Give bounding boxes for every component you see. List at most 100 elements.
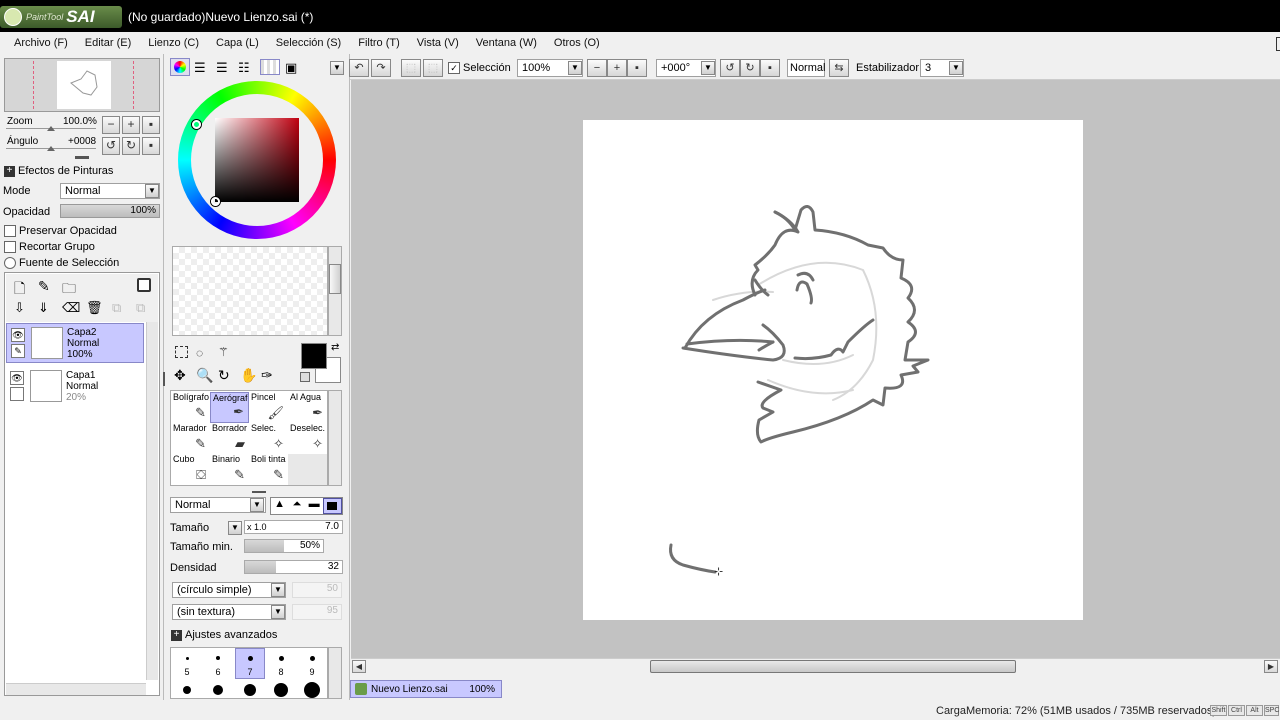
angle-slider-thumb[interactable]	[47, 146, 55, 151]
layer-row-capa1[interactable]: 👁 Capa1 Normal 20%	[6, 366, 144, 406]
brush-size-dot[interactable]	[309, 655, 315, 661]
stabilizer-arrow[interactable]: ▼	[949, 61, 963, 75]
color-wheel-mode-button[interactable]	[170, 58, 190, 76]
selection-source-radio[interactable]	[4, 257, 16, 270]
magic-wand-icon[interactable]: ⚚	[218, 345, 229, 359]
brush-size-dot-large[interactable]	[213, 685, 223, 695]
edge-shape-medium-icon[interactable]: ⏶	[288, 498, 305, 514]
transfer-down-icon[interactable]: ⇓	[38, 300, 49, 316]
new-layer-icon[interactable]: 🗋	[14, 278, 25, 302]
brush-shape-select[interactable]: (círculo simple)	[172, 582, 286, 598]
eye-icon[interactable]: 👁	[11, 328, 25, 342]
panel-resize-handle[interactable]	[252, 491, 266, 493]
advanced-settings-header[interactable]: + Ajustes avanzados	[171, 629, 277, 641]
color-mixer-mode-icon[interactable]: ☷	[238, 60, 250, 76]
menu-archivo[interactable]: Archivo (F)	[8, 37, 74, 49]
density-slider[interactable]: 32	[244, 560, 343, 574]
pencil-icon[interactable]: ✎	[11, 344, 25, 358]
panel-divider-handle[interactable]	[163, 372, 165, 386]
zoom-select-arrow[interactable]: ▼	[568, 61, 582, 75]
zoom-slider-thumb[interactable]	[47, 126, 55, 131]
restore-icon[interactable]	[1276, 37, 1280, 51]
hand-tool-icon[interactable]: ✋	[240, 367, 257, 384]
rotate-reset-button[interactable]: ▪	[142, 137, 160, 155]
tool-select-brush[interactable]: Selec. ✧	[249, 423, 288, 454]
lasso-select-icon[interactable]: ◌	[196, 346, 203, 360]
layer-mask-icon[interactable]	[137, 278, 151, 292]
tool-pen[interactable]: Bolígrafo ✎	[171, 392, 210, 423]
edge-shape-soft-icon[interactable]: ▲	[271, 498, 288, 514]
size-slider[interactable]: x 1.0 7.0	[244, 520, 343, 534]
eyedropper-icon[interactable]: ✑	[261, 367, 273, 384]
layer-list-hscrollbar[interactable]	[6, 683, 146, 695]
clear-layer-icon[interactable]: ⌫	[62, 300, 80, 316]
menu-otros[interactable]: Otros (O)	[548, 37, 606, 49]
selection-source-option[interactable]: Fuente de Selección	[4, 257, 119, 270]
undo-button[interactable]: ↶	[349, 59, 369, 77]
size-preset-scrollbar[interactable]	[328, 647, 342, 699]
tool-eraser[interactable]: Borrador ▰	[210, 423, 249, 454]
rotate-right-button[interactable]: ↻	[122, 137, 140, 155]
toolbar-rotate-left-button[interactable]: ↺	[720, 59, 740, 77]
tool-binary-pen[interactable]: Binario ✎	[210, 454, 249, 485]
zoom-reset-button[interactable]: ▪	[142, 116, 160, 134]
redo-button[interactable]: ↷	[371, 59, 391, 77]
tool-brush[interactable]: Pincel 🖌	[249, 392, 288, 423]
edge-shape-hard-icon[interactable]: ▬	[306, 498, 323, 514]
hscroll-right-arrow[interactable]: ▶	[1264, 660, 1278, 673]
tool-airbrush[interactable]: Aerógrafo ✒	[210, 392, 249, 423]
paint-effects-header[interactable]: + Efectos de Pinturas	[4, 165, 113, 177]
menu-ventana[interactable]: Ventana (W)	[470, 37, 543, 49]
menu-capa[interactable]: Capa (L)	[210, 37, 265, 49]
layer-list-scrollbar[interactable]	[146, 322, 158, 680]
toolbar-zoom-reset-button[interactable]: ▪	[627, 59, 647, 77]
zoom-in-button[interactable]: +	[122, 116, 140, 134]
brush-size-dot[interactable]	[247, 655, 253, 661]
saturation-value-square[interactable]	[215, 118, 299, 202]
brush-texture-select[interactable]: (sin textura)	[172, 604, 286, 620]
mode-dropdown-arrow[interactable]: ▼	[145, 184, 159, 198]
menu-vista[interactable]: Vista (V)	[411, 37, 465, 49]
drawing-canvas[interactable]	[583, 120, 1083, 620]
scratchpad-mode-icon[interactable]: ▣	[285, 60, 297, 76]
toolbar-zoom-out-button[interactable]: −	[587, 59, 607, 77]
canvas-blend-select[interactable]: Normal	[787, 59, 825, 77]
rotate-tool-icon[interactable]: ↻	[218, 367, 230, 384]
zoom-tool-icon[interactable]: 🔍	[196, 367, 213, 384]
empty-lock-box[interactable]	[10, 387, 24, 401]
tool-marker[interactable]: Marador ✎	[171, 423, 210, 454]
canvas-hscroll-thumb[interactable]	[650, 660, 1016, 673]
brush-size-dot-large[interactable]	[304, 682, 320, 698]
rect-select-icon[interactable]	[175, 346, 188, 358]
clip-group-option[interactable]: Recortar Grupo	[4, 241, 95, 254]
tool-bucket[interactable]: Cubo ⛋	[171, 454, 210, 485]
brush-size-dot[interactable]	[216, 656, 220, 660]
panel-splitter[interactable]	[75, 156, 89, 159]
hsv-slider-mode-icon[interactable]: ☰	[216, 60, 228, 76]
swatches-mode-icon[interactable]	[260, 59, 280, 75]
edge-shape-square-icon[interactable]	[322, 498, 342, 514]
clip-group-checkbox[interactable]	[4, 241, 16, 254]
toolbar-zoom-in-button[interactable]: +	[607, 59, 627, 77]
merge-down-icon[interactable]: ⇩	[14, 300, 25, 316]
brush-size-dot[interactable]	[185, 656, 189, 660]
brush-shape-arrow[interactable]: ▼	[271, 583, 285, 597]
preserve-opacity-checkbox[interactable]	[4, 225, 16, 238]
menu-lienzo[interactable]: Lienzo (C)	[142, 37, 205, 49]
tool-watercolor[interactable]: Al Agua ✒	[288, 392, 327, 423]
delete-layer-icon[interactable]: 🗑	[86, 300, 103, 316]
size-multiplier-arrow[interactable]: ▼	[228, 521, 242, 535]
menu-seleccion[interactable]: Selección (S)	[270, 37, 347, 49]
layer-row-capa2[interactable]: 👁 ✎ Capa2 Normal 100%	[6, 323, 144, 363]
navigator-preview[interactable]	[4, 58, 160, 112]
document-tab[interactable]: Nuevo Lienzo.sai 100%	[350, 680, 502, 698]
show-selection-checkbox[interactable]: ✓	[448, 62, 460, 74]
swatch-scrollbar-thumb[interactable]	[329, 264, 341, 294]
zoom-out-button[interactable]: −	[102, 116, 120, 134]
tool-grid-scrollbar[interactable]	[328, 390, 342, 486]
rotate-left-button[interactable]: ↺	[102, 137, 120, 155]
brush-size-dot-large[interactable]	[183, 686, 191, 694]
show-selection-option[interactable]: ✓ Selección	[448, 62, 511, 74]
swap-colors-icon[interactable]: ⇄	[331, 342, 339, 353]
min-size-slider[interactable]: 50%	[244, 539, 324, 553]
